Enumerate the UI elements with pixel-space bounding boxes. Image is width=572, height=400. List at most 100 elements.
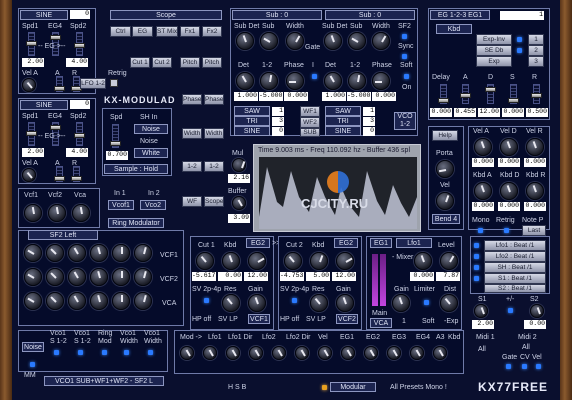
scope-cut1[interactable]: Cut 1 [130, 57, 150, 68]
osc2-wave-val[interactable]: 0 [70, 100, 90, 109]
mod-matrix-knob[interactable] [387, 346, 401, 360]
sf2-grid-knob[interactable] [90, 244, 108, 262]
kbdd-val[interactable]: 0.000 [498, 202, 520, 211]
eg123-s-slider[interactable] [508, 84, 519, 104]
bottom-led-1[interactable] [54, 350, 59, 355]
osc2-v1[interactable]: 2.00 [22, 148, 44, 157]
sf2-grid-knob[interactable] [24, 268, 42, 286]
scope-phase2[interactable]: Phase [204, 94, 224, 105]
osc2-vela-knob[interactable] [22, 168, 36, 182]
f1-v3[interactable]: 12.00 [244, 272, 268, 281]
lfo-all2[interactable]: All [522, 344, 530, 352]
sub-sub[interactable]: SUB [300, 128, 320, 137]
mod-matrix-knob[interactable] [341, 346, 355, 360]
lfo-led-2[interactable] [474, 254, 479, 259]
sub2-sine[interactable]: SINE [325, 126, 361, 136]
lfo-led-3[interactable] [474, 265, 479, 270]
modul-vcof1[interactable]: Vcof1 [108, 200, 134, 210]
sub-soft-led[interactable] [404, 74, 409, 79]
modul-sample[interactable]: Sample : Hold [104, 164, 168, 174]
velr-val[interactable]: 0.000 [524, 158, 546, 167]
mod-matrix-knob[interactable] [295, 346, 309, 360]
sf2-grid-knob[interactable] [68, 268, 86, 286]
f2-sv-led[interactable] [292, 298, 297, 303]
sub-v4[interactable]: 1.000 [322, 92, 346, 101]
modul-spd-slider[interactable] [110, 124, 121, 148]
kbdr-val[interactable]: 0.000 [524, 202, 546, 211]
velr-knob[interactable] [526, 138, 544, 156]
sub-v3[interactable]: 0.000 [284, 92, 308, 101]
lfo-led-4[interactable] [474, 276, 479, 281]
vela-knob[interactable] [474, 138, 492, 156]
f1-res-knob[interactable] [222, 294, 240, 312]
lfo-v1[interactable]: 2.00 [472, 320, 494, 329]
sf2-grid-knob[interactable] [112, 268, 130, 286]
sub-knob[interactable] [260, 32, 278, 50]
eg123-title-val[interactable]: 1 [500, 11, 544, 20]
bend-button[interactable]: Bend 4 [432, 214, 460, 224]
mod-matrix-knob[interactable] [318, 346, 332, 360]
eg123-sedb[interactable]: SE Db [476, 45, 512, 56]
kbda-knob[interactable] [474, 182, 492, 200]
f2-v1[interactable]: -4.753 [280, 272, 304, 281]
f1-kbd-knob[interactable] [222, 252, 240, 270]
osc1-wave-val[interactable]: 0 [70, 10, 90, 19]
eg123-delay-slider[interactable] [438, 84, 449, 104]
mod-matrix-knob[interactable] [410, 346, 424, 360]
f2-cut-knob[interactable] [284, 252, 302, 270]
vca-lfo1[interactable]: Lfo1 [396, 238, 432, 248]
scope-12b[interactable]: 1-2 [204, 161, 224, 172]
scope-mul-val[interactable]: 2.16 [228, 174, 250, 183]
sub-v2[interactable]: -5.000 [259, 92, 283, 101]
osc1-spd1-slider[interactable] [26, 32, 37, 56]
scope-width1[interactable]: Width [182, 128, 202, 139]
bottom-led-3[interactable] [102, 350, 107, 355]
eg123-v5[interactable]: 0.500 [526, 108, 548, 117]
f2-hp[interactable]: HP off [280, 316, 299, 324]
mod-matrix-knob[interactable] [272, 346, 286, 360]
vca-one[interactable]: 1 [402, 318, 406, 326]
vca-exp[interactable]: -Exp [444, 318, 458, 326]
lfo-pm-led[interactable] [508, 308, 513, 313]
vca-gain-knob[interactable] [392, 294, 410, 312]
osc1-lfo-button[interactable]: LFO 1-2 [80, 78, 106, 89]
sub-saw[interactable]: SAW [234, 106, 270, 116]
vca-v2[interactable]: 7.87 [436, 272, 460, 281]
osc1-v2[interactable]: 4.00 [66, 58, 88, 67]
f2-gain-knob[interactable] [336, 294, 354, 312]
sf2-vcf2-knob[interactable] [48, 204, 66, 222]
scope-pitch1[interactable]: Pitch [180, 57, 200, 68]
mod-matrix-knob[interactable] [364, 346, 378, 360]
sub-n3[interactable]: 3 [272, 117, 284, 126]
sub2-phase-knob[interactable] [372, 72, 390, 90]
eg123-led1[interactable] [517, 37, 522, 42]
sub-v6[interactable]: 0.000 [372, 92, 396, 101]
osc1-vela-knob[interactable] [22, 78, 36, 92]
lfo-led-1[interactable] [474, 243, 479, 248]
footer-led[interactable] [322, 385, 327, 390]
vca-v1[interactable]: 0.000 [410, 272, 434, 281]
sub-sync-led[interactable] [402, 54, 407, 59]
sf2-grid-knob[interactable] [24, 244, 42, 262]
osc2-spd1-slider[interactable] [26, 122, 37, 146]
sub2-n0[interactable]: 0 [363, 127, 375, 136]
modul-vcof2[interactable]: Vco2 [140, 200, 166, 210]
mod-matrix-knob[interactable] [180, 346, 194, 360]
sub-v1[interactable]: 1.000 [234, 92, 258, 101]
sf2-grid-knob[interactable] [24, 292, 42, 310]
eg123-r-slider[interactable] [531, 84, 542, 104]
sub2-saw[interactable]: SAW [325, 106, 361, 116]
eg123-expinv[interactable]: Exp-Inv [476, 34, 512, 45]
footer-modular[interactable]: Modular [330, 382, 376, 392]
lfo-last[interactable]: Last [522, 225, 546, 236]
vca-soft[interactable]: Soft [422, 318, 434, 326]
scope-buffer-val[interactable]: 3.09 [228, 214, 250, 223]
lfo-item-5[interactable]: S2 : Beat /1 [484, 284, 546, 293]
sub-n0[interactable]: 0 [272, 127, 284, 136]
vca-limiter-led[interactable] [424, 300, 429, 305]
scope-scope[interactable]: Scope [204, 196, 224, 207]
sub2-det-knob[interactable] [324, 32, 342, 50]
osc2-r-slider[interactable] [71, 166, 82, 182]
sf2-grid-knob[interactable] [46, 244, 64, 262]
f2-svlp[interactable]: SV LP [306, 316, 326, 324]
